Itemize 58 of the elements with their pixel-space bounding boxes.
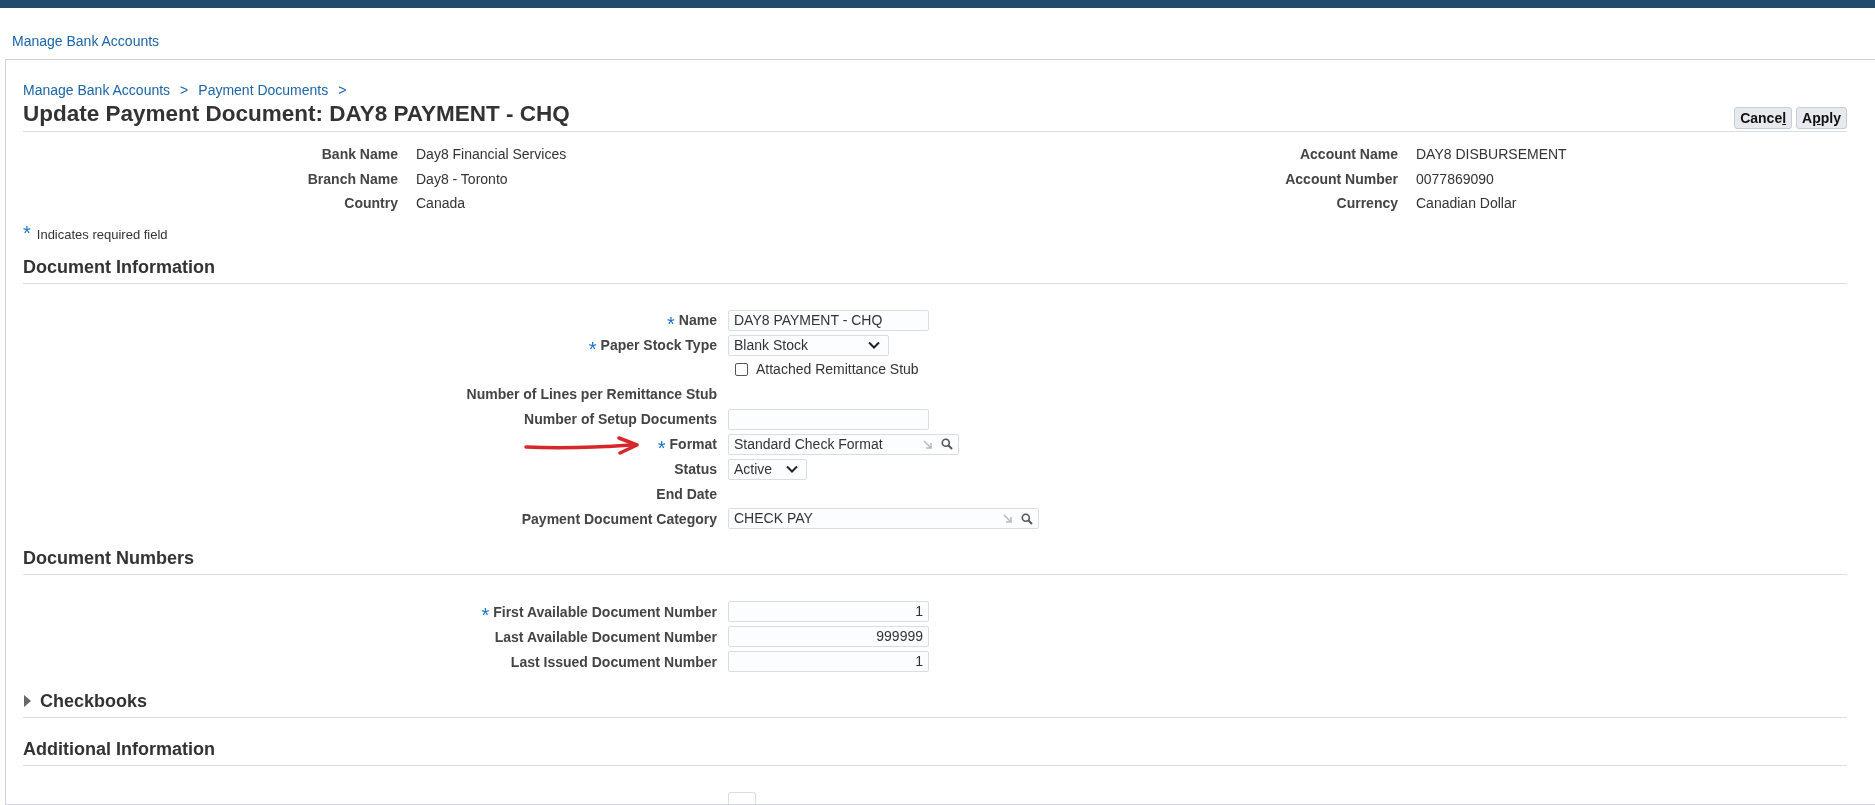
breadcrumb-separator: > xyxy=(338,81,347,99)
required-marker: * xyxy=(657,440,666,455)
apply-button[interactable]: Apply xyxy=(1796,107,1847,129)
section-heading: Document Information xyxy=(23,255,215,278)
field-label: Number of Setup Documents xyxy=(524,410,717,429)
search-icon[interactable] xyxy=(1021,512,1033,525)
chevron-down-icon xyxy=(868,341,880,349)
input-field[interactable] xyxy=(728,792,756,804)
breadcrumb-separator: > xyxy=(180,81,189,99)
lov-field[interactable]: Standard Check Format xyxy=(728,433,959,455)
section-heading: Document Numbers xyxy=(23,547,195,569)
select-field[interactable]: Blank Stock xyxy=(728,334,889,356)
info-label: Account Number xyxy=(1284,169,1398,189)
required-marker: * xyxy=(588,341,597,356)
lov-field[interactable]: CHECK PAY xyxy=(728,508,1039,529)
info-label: Account Name xyxy=(1298,145,1398,164)
text-field[interactable]: DAY8 PAYMENT - CHQ xyxy=(728,309,929,331)
triangle-right-icon[interactable] xyxy=(23,695,32,707)
info-label: Country xyxy=(343,194,398,213)
section-heading[interactable]: Checkbooks xyxy=(40,690,148,712)
field-label: Last Available Document Number xyxy=(494,627,717,647)
text-field[interactable] xyxy=(728,408,929,430)
field-label: Last Issued Document Number xyxy=(510,652,717,672)
info-value: 0077869090 xyxy=(1416,169,1495,189)
required-marker: * xyxy=(667,316,675,331)
info-value: Canada xyxy=(416,194,467,213)
field-label: Format xyxy=(669,435,717,454)
search-icon[interactable] xyxy=(941,438,953,450)
select-field[interactable]: Active xyxy=(728,458,807,480)
info-value: Canadian Dollar xyxy=(1416,194,1518,213)
field-label: Paper Stock Type xyxy=(600,336,717,355)
info-value: Day8 Financial Services xyxy=(416,145,568,164)
number-field[interactable]: 1 xyxy=(728,651,929,672)
checkbox[interactable] xyxy=(735,363,748,377)
page-title: Update Payment Document: DAY8 PAYMENT - CHQ xyxy=(23,100,570,128)
checkbox-label: Attached Remittance Stub xyxy=(756,360,919,380)
number-field[interactable]: 999999 xyxy=(728,626,929,647)
field-label: End Date xyxy=(656,484,717,504)
info-label: Bank Name xyxy=(320,145,398,164)
chevron-down-icon xyxy=(786,465,798,473)
info-label: Currency xyxy=(1335,194,1398,213)
breadcrumb-link[interactable]: Manage Bank Accounts xyxy=(23,81,171,99)
field-label: Name xyxy=(678,311,717,330)
field-label: Payment Document Category xyxy=(521,509,717,529)
section-heading: Additional Information xyxy=(23,738,215,760)
info-label: Branch Name xyxy=(306,169,398,189)
number-field[interactable]: 1 xyxy=(728,601,929,622)
required-note: Indicates required field xyxy=(36,225,168,244)
field-label: First Available Document Number xyxy=(493,602,717,622)
info-value: Day8 - Toronto xyxy=(416,169,509,189)
required-marker: * xyxy=(481,608,490,622)
info-value: DAY8 DISBURSEMENT xyxy=(1416,145,1568,164)
manage-bank-accounts-link[interactable]: Manage Bank Accounts xyxy=(12,32,160,50)
required-marker: * xyxy=(23,225,31,240)
field-label: Status xyxy=(674,460,717,479)
breadcrumb-link[interactable]: Payment Documents xyxy=(198,81,329,99)
field-label: Number of Lines per Remittance Stub xyxy=(466,385,717,404)
cancel-button[interactable]: Cancel xyxy=(1734,107,1793,129)
